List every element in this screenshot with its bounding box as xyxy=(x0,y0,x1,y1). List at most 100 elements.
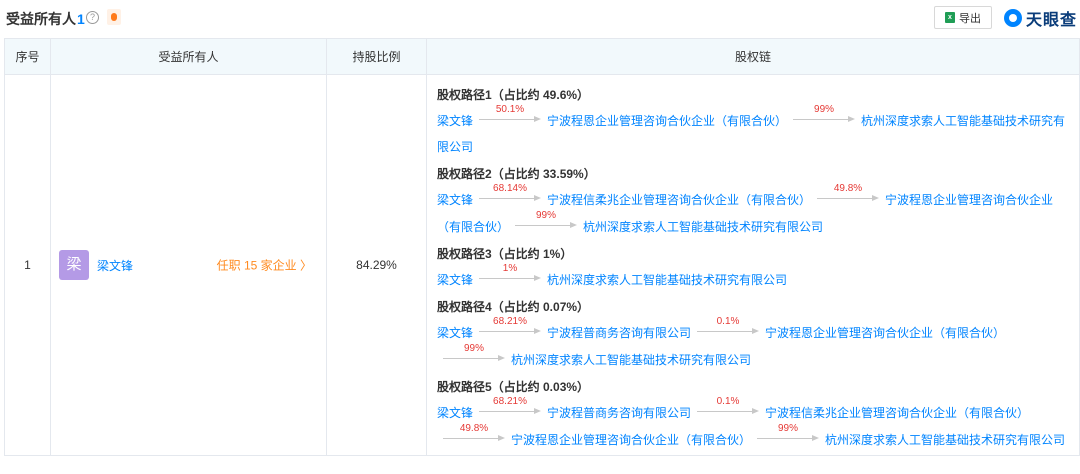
share-percentage: 0.1% xyxy=(716,316,740,327)
arrow-head-icon xyxy=(534,195,542,201)
chain-node-link[interactable]: 梁文锋 xyxy=(437,193,473,207)
row-number: 1 xyxy=(4,74,51,456)
chain-node-link[interactable]: 宁波程信柔兆企业管理咨询合伙企业（有限合伙） xyxy=(765,406,1029,420)
arrow-head-icon xyxy=(534,116,542,122)
beneficial-owner-table: 序号 受益所有人 持股比例 股权链 1 梁 梁文锋 任职 15 家企业 〉 84… xyxy=(4,38,1080,456)
table-header-row: 序号 受益所有人 持股比例 股权链 xyxy=(4,38,1080,75)
share-percentage: 49.8% xyxy=(459,423,489,434)
chain-arrow: 50.1% xyxy=(479,104,542,127)
share-percentage: 49.8% xyxy=(833,183,863,194)
chain-node-link[interactable]: 杭州深度求索人工智能基础技术研究有限公司 xyxy=(825,433,1065,447)
chain-arrow: 68.21% xyxy=(479,396,542,419)
chain-node-link[interactable]: 杭州深度求索人工智能基础技术研究有限公司 xyxy=(583,220,823,234)
equity-path-chain: 梁文锋 68.21% 宁波程普商务咨询有限公司 0.1% 宁波程恩企业管理咨询合伙企业（… xyxy=(437,316,1069,373)
arrow-head-icon xyxy=(812,435,820,441)
section-header: 受益所有人1 ? x 导出 天眼查 xyxy=(0,0,1080,38)
arrow-head-icon xyxy=(752,328,760,334)
arrow-line xyxy=(817,198,874,199)
arrow-line xyxy=(443,358,499,359)
chain-node-link[interactable]: 宁波程恩企业管理咨询合伙企业（有限合伙） xyxy=(765,326,1005,340)
chain-node-link[interactable]: 宁波程普商务咨询有限公司 xyxy=(547,326,691,340)
equity-path: 股权路径3（占比约 1%） 梁文锋 1% 杭州深度求索人工智能基础技术研究有限公司 xyxy=(437,242,1069,293)
help-icon[interactable]: ? xyxy=(86,11,99,24)
positions-link[interactable]: 任职 15 家企业 〉 xyxy=(217,257,312,274)
chain-arrow: 49.8% xyxy=(443,423,505,446)
equity-path-chain: 梁文锋 68.21% 宁波程普商务咨询有限公司 0.1% 宁波程信柔兆企业管理咨询合伙企… xyxy=(437,396,1069,453)
chain-node-link[interactable]: 梁文锋 xyxy=(437,273,473,287)
chain-node-link[interactable]: 宁波程恩企业管理咨询合伙企业（有限合伙） xyxy=(511,433,751,447)
column-header-owner: 受益所有人 xyxy=(50,38,327,75)
equity-path-chain: 梁文锋 68.14% 宁波程信柔兆企业管理咨询合伙企业（有限合伙） 49.8% 宁波程恩… xyxy=(437,183,1069,240)
chain-arrow: 0.1% xyxy=(697,396,760,419)
arrow-head-icon xyxy=(498,355,505,361)
avatar: 梁 xyxy=(59,250,89,280)
chain-arrow: 99% xyxy=(757,423,820,446)
arrow-line xyxy=(443,438,499,439)
arrow-line xyxy=(757,438,814,439)
arrow-line xyxy=(479,331,536,332)
chain-node-link[interactable]: 宁波程信柔兆企业管理咨询合伙企业（有限合伙） xyxy=(547,193,811,207)
table-row: 1 梁 梁文锋 任职 15 家企业 〉 84.29% 股权路径1（占比约 49.… xyxy=(4,74,1080,456)
equity-path: 股权路径5（占比约 0.03%） 梁文锋 68.21% 宁波程普商务咨询有限公司 0.1… xyxy=(437,375,1069,453)
section-title-text: 受益所有人 xyxy=(6,11,76,27)
chain-node-link[interactable]: 杭州深度求索人工智能基础技术研究有限公司 xyxy=(547,273,787,287)
arrow-head-icon xyxy=(872,195,880,201)
equity-path: 股权路径1（占比约 49.6%） 梁文锋 50.1% 宁波程恩企业管理咨询合伙企业（有… xyxy=(437,83,1069,160)
equity-path: 股权路径4（占比约 0.07%） 梁文锋 68.21% 宁波程普商务咨询有限公司 0.1… xyxy=(437,295,1069,373)
equity-path-chain: 梁文锋 50.1% 宁波程恩企业管理咨询合伙企业（有限合伙） 99% 杭州深度求索人工智… xyxy=(437,104,1069,160)
column-header-ratio: 持股比例 xyxy=(326,38,427,75)
arrow-line xyxy=(697,331,754,332)
arrow-line xyxy=(793,119,850,120)
tianyancha-logo-icon xyxy=(1004,9,1022,27)
share-percentage: 99% xyxy=(814,104,835,115)
share-percentage: 0.1% xyxy=(716,396,740,407)
arrow-head-icon xyxy=(498,435,505,441)
chain-arrow: 99% xyxy=(443,343,505,366)
arrow-line xyxy=(479,278,536,279)
arrow-line xyxy=(479,198,536,199)
share-percentage: 99% xyxy=(463,343,484,354)
arrow-line xyxy=(479,119,536,120)
chain-arrow: 68.14% xyxy=(479,183,542,206)
arrow-head-icon xyxy=(534,328,542,334)
chain-node-link[interactable]: 宁波程恩企业管理咨询合伙企业（有限合伙） xyxy=(547,114,787,128)
chain-node-link[interactable]: 梁文锋 xyxy=(437,114,473,128)
chain-node-link[interactable]: 梁文锋 xyxy=(437,406,473,420)
arrow-line xyxy=(515,225,572,226)
section-title: 受益所有人1 xyxy=(6,9,85,29)
share-percentage: 68.21% xyxy=(493,316,527,327)
chain-arrow: 0.1% xyxy=(697,316,760,339)
arrow-head-icon xyxy=(848,116,856,122)
arrow-line xyxy=(479,411,536,412)
share-percentage: 68.14% xyxy=(493,183,527,194)
owner-count[interactable]: 1 xyxy=(77,11,85,27)
brand-text: 天眼查 xyxy=(1026,12,1078,29)
share-percentage: 99% xyxy=(778,423,799,434)
chain-arrow: 99% xyxy=(793,104,856,127)
owner-cell: 梁 梁文锋 任职 15 家企业 〉 xyxy=(50,74,327,456)
export-button[interactable]: x 导出 xyxy=(934,6,992,29)
share-percentage: 99% xyxy=(536,210,557,221)
excel-icon: x xyxy=(945,12,955,23)
equity-path: 股权路径2（占比约 33.59%） 梁文锋 68.14% 宁波程信柔兆企业管理咨询合伙… xyxy=(437,162,1069,240)
owner-name-link[interactable]: 梁文锋 xyxy=(97,257,133,274)
chain-arrow: 1% xyxy=(479,263,542,286)
arrow-head-icon xyxy=(534,275,542,281)
column-header-chain: 股权链 xyxy=(426,38,1080,75)
share-percentage: 68.21% xyxy=(493,396,527,407)
holding-ratio: 84.29% xyxy=(326,74,427,456)
chain-arrow: 49.8% xyxy=(817,183,880,206)
chain-node-link[interactable]: 宁波程普商务咨询有限公司 xyxy=(547,406,691,420)
share-percentage: 1% xyxy=(502,263,518,274)
equity-path-chain: 梁文锋 1% 杭州深度求索人工智能基础技术研究有限公司 xyxy=(437,263,1069,293)
chain-node-link[interactable]: 杭州深度求索人工智能基础技术研究有限公司 xyxy=(511,353,751,367)
equity-chain-cell: 股权路径1（占比约 49.6%） 梁文锋 50.1% 宁波程恩企业管理咨询合伙企业（有… xyxy=(426,74,1080,456)
feedback-icon[interactable] xyxy=(107,9,121,25)
arrow-head-icon xyxy=(570,222,578,228)
arrow-head-icon xyxy=(534,408,542,414)
chain-arrow: 68.21% xyxy=(479,316,542,339)
chain-node-link[interactable]: 梁文锋 xyxy=(437,326,473,340)
chain-arrow: 99% xyxy=(515,210,578,233)
arrow-line xyxy=(697,411,754,412)
column-header-no: 序号 xyxy=(4,38,51,75)
